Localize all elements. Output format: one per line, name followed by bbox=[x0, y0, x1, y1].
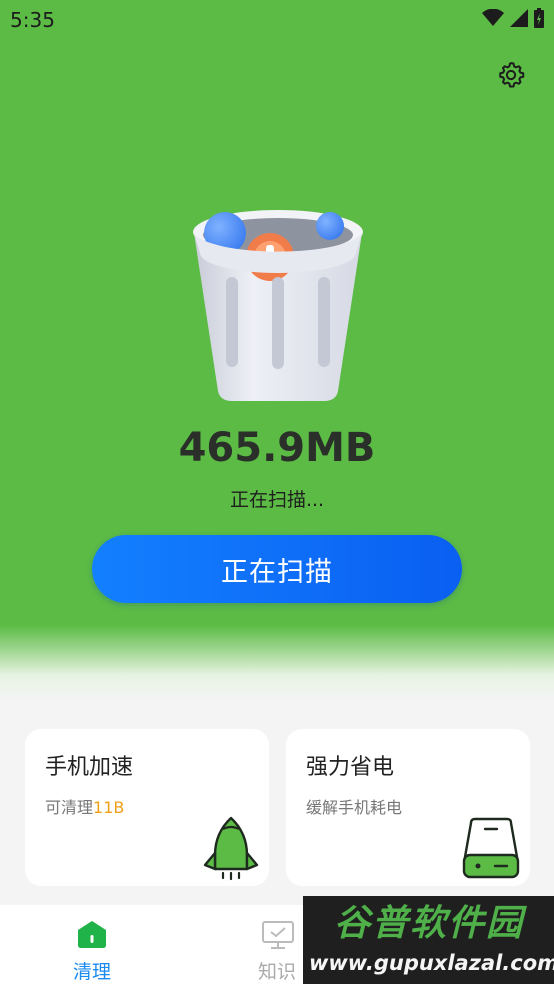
cleanable-size: 11B bbox=[93, 798, 125, 817]
wifi-icon bbox=[482, 9, 504, 26]
card-subtitle-prefix: 可清理 bbox=[45, 798, 94, 817]
battery-icon bbox=[462, 817, 520, 879]
trash-bin-icon bbox=[193, 210, 363, 401]
watermark-overlay: 谷普软件园 www.gupuxlazal.com bbox=[303, 896, 554, 984]
home-icon bbox=[78, 921, 106, 948]
signal-icon bbox=[510, 9, 528, 27]
status-time: 5:35 bbox=[10, 8, 55, 32]
status-bar: 5:35 bbox=[0, 0, 554, 38]
gear-icon bbox=[499, 62, 525, 88]
card-power-saving[interactable]: 强力省电 缓解手机耗电 bbox=[286, 729, 530, 886]
junk-size-value: 465.9MB bbox=[178, 425, 376, 471]
card-subtitle: 可清理11B bbox=[45, 794, 124, 818]
status-icons bbox=[482, 8, 544, 28]
battery-status-icon bbox=[534, 8, 544, 28]
tab-label: 清理 bbox=[72, 961, 111, 983]
card-phone-boost[interactable]: 手机加速 可清理11B bbox=[25, 729, 269, 886]
watermark-url: www.gupuxlazal.com bbox=[309, 951, 554, 975]
rocket-icon bbox=[203, 816, 259, 881]
tab-clean[interactable]: 清理 bbox=[47, 905, 137, 984]
board-icon bbox=[262, 921, 294, 949]
watermark-title: 谷普软件园 bbox=[333, 903, 524, 944]
card-title: 手机加速 bbox=[45, 755, 134, 780]
scan-button[interactable]: 正在扫描 bbox=[92, 535, 462, 603]
settings-button[interactable] bbox=[494, 58, 528, 92]
scan-status-text: 正在扫描... bbox=[229, 489, 325, 511]
card-title: 强力省电 bbox=[306, 755, 395, 780]
card-subtitle: 缓解手机耗电 bbox=[306, 798, 403, 817]
